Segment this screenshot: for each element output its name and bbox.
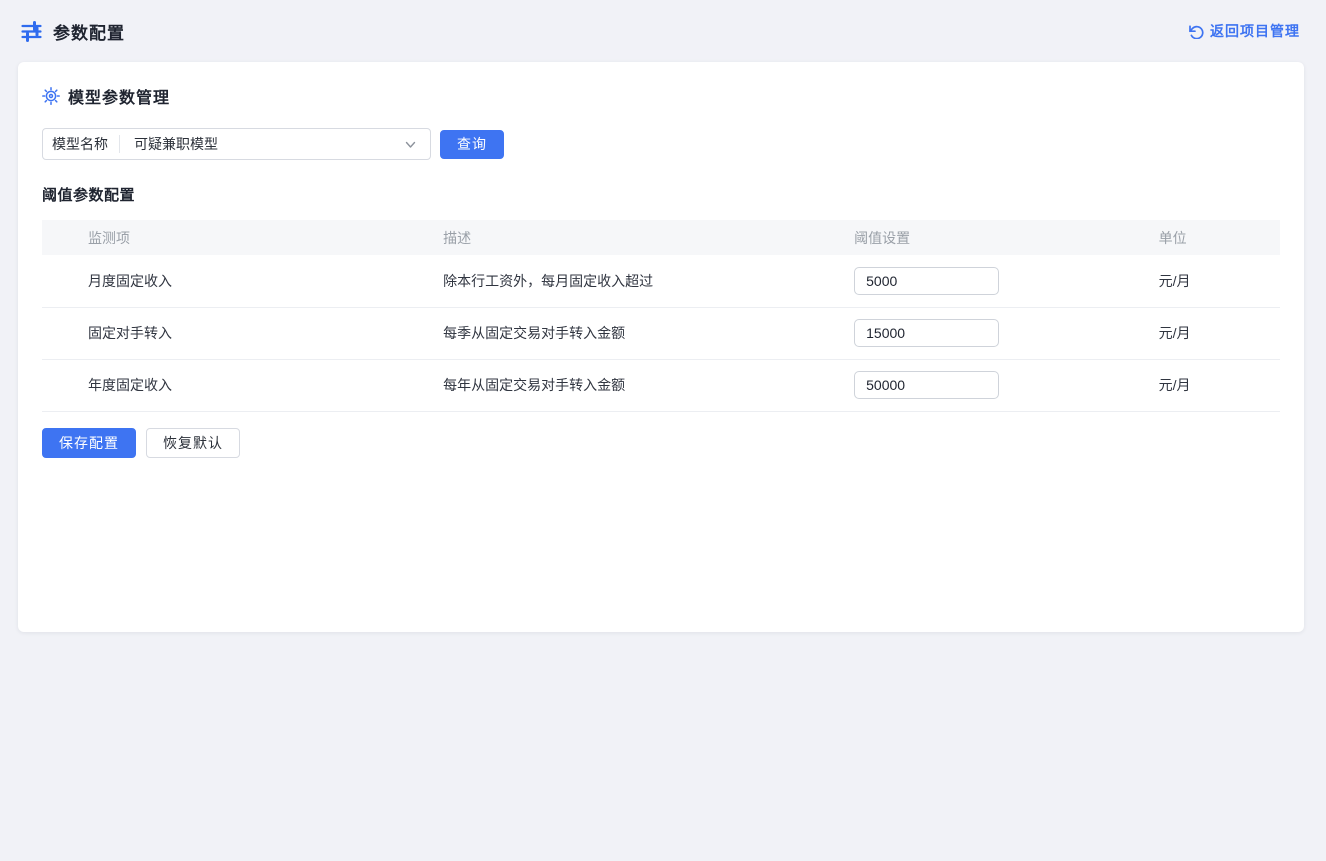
table-row: 固定对手转入 每季从固定交易对手转入金额 元/月 <box>42 307 1280 359</box>
monitor-item-cell: 月度固定收入 <box>42 255 443 307</box>
chevron-down-icon <box>404 138 417 151</box>
threshold-table: 监测项 描述 阈值设置 单位 月度固定收入 除本行工资外，每月固定收入超过 元/… <box>42 220 1280 412</box>
gear-icon <box>42 87 60 105</box>
model-name-select[interactable]: 模型名称 可疑兼职模型 <box>42 128 431 160</box>
model-name-selected-value: 可疑兼职模型 <box>120 134 404 154</box>
actions-row: 保存配置 恢复默认 <box>42 428 1280 458</box>
unit-cell: 元/月 <box>1159 307 1280 359</box>
description-cell: 每年从固定交易对手转入金额 <box>443 359 854 411</box>
description-cell: 每季从固定交易对手转入金额 <box>443 307 854 359</box>
table-row: 月度固定收入 除本行工资外，每月固定收入超过 元/月 <box>42 255 1280 307</box>
unit-cell: 元/月 <box>1159 255 1280 307</box>
top-bar: 参数配置 返回项目管理 <box>0 0 1326 62</box>
column-header-unit: 单位 <box>1159 220 1280 255</box>
threshold-section-title: 阈值参数配置 <box>42 184 1280 205</box>
back-to-project-management-link[interactable]: 返回项目管理 <box>1188 21 1300 41</box>
restore-defaults-button[interactable]: 恢复默认 <box>146 428 240 458</box>
panel-title: 模型参数管理 <box>68 84 170 108</box>
threshold-input[interactable] <box>854 267 999 295</box>
threshold-input[interactable] <box>854 319 999 347</box>
column-header-threshold: 阈值设置 <box>854 220 1159 255</box>
column-header-desc: 描述 <box>443 220 854 255</box>
model-name-label: 模型名称 <box>43 134 119 154</box>
unit-cell: 元/月 <box>1159 359 1280 411</box>
top-bar-left: 参数配置 <box>20 19 1188 44</box>
threshold-cell <box>854 307 1159 359</box>
back-link-label: 返回项目管理 <box>1210 21 1300 41</box>
table-row: 年度固定收入 每年从固定交易对手转入金额 元/月 <box>42 359 1280 411</box>
monitor-item-cell: 固定对手转入 <box>42 307 443 359</box>
query-button[interactable]: 查询 <box>440 130 504 159</box>
threshold-input[interactable] <box>854 371 999 399</box>
model-parameter-panel: 模型参数管理 模型名称 可疑兼职模型 查询 阈值参数配置 监测项 描述 阈值设置… <box>18 62 1304 632</box>
save-config-button[interactable]: 保存配置 <box>42 428 136 458</box>
threshold-cell <box>854 359 1159 411</box>
threshold-cell <box>854 255 1159 307</box>
column-header-item: 监测项 <box>42 220 443 255</box>
panel-title-row: 模型参数管理 <box>42 84 1280 108</box>
model-query-row: 模型名称 可疑兼职模型 查询 <box>42 128 1280 160</box>
description-cell: 除本行工资外，每月固定收入超过 <box>443 255 854 307</box>
undo-arrow-icon <box>1188 23 1204 39</box>
table-header-row: 监测项 描述 阈值设置 单位 <box>42 220 1280 255</box>
sliders-icon <box>20 20 43 43</box>
threshold-table-body: 月度固定收入 除本行工资外，每月固定收入超过 元/月 固定对手转入 每季从固定交… <box>42 255 1280 411</box>
monitor-item-cell: 年度固定收入 <box>42 359 443 411</box>
page-title: 参数配置 <box>53 19 125 44</box>
